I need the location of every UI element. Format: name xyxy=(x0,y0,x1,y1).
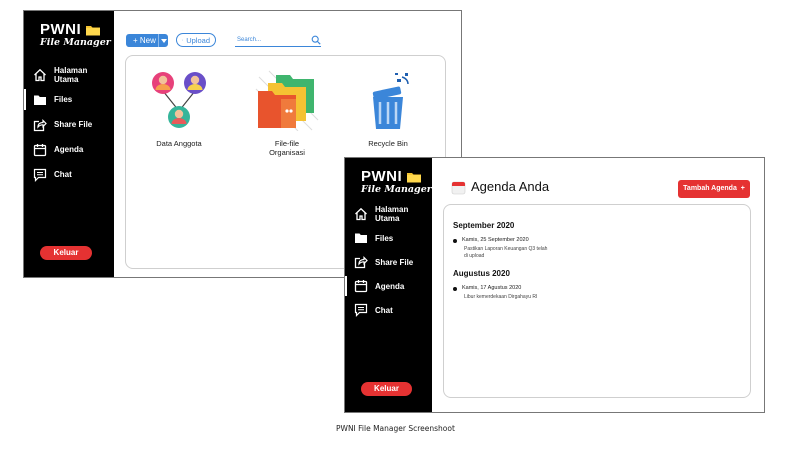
logo-subtitle: File Manager xyxy=(40,37,111,48)
sidebar-item-label: Agenda xyxy=(54,145,84,154)
folders-icon xyxy=(255,70,319,131)
tile-recycle-bin[interactable]: Recycle Bin xyxy=(351,69,425,154)
upload-button[interactable]: Upload xyxy=(176,33,216,47)
sidebar-item-share-file[interactable]: Share File xyxy=(24,112,114,137)
new-button-label: + New xyxy=(133,36,156,45)
share-icon xyxy=(354,256,368,269)
agenda-panel xyxy=(443,204,751,398)
sidebar-item-halaman-utama[interactable]: Halaman Utama xyxy=(345,202,432,226)
sidebar-item-halaman-utama[interactable]: Halaman Utama xyxy=(24,62,114,87)
bullet-icon xyxy=(453,287,457,291)
folder-logo-icon xyxy=(407,172,422,182)
folder-icon xyxy=(34,95,46,105)
members-icon xyxy=(152,72,206,128)
agenda-text: Pastikan Laporan Keuangan Q3 telah di up… xyxy=(464,246,548,259)
sidebar-item-share-file[interactable]: Share File xyxy=(345,250,432,274)
add-agenda-button[interactable]: Tambah Agenda + xyxy=(678,180,750,198)
sidebar-item-agenda[interactable]: Agenda xyxy=(345,274,432,298)
chat-icon xyxy=(354,303,368,317)
logo-subtitle: File Manager xyxy=(361,184,432,195)
tile-file-file-organisasi[interactable]: File-file Organisasi xyxy=(249,69,325,164)
sidebar-item-label: Agenda xyxy=(375,281,405,291)
agenda-date: Kamis, 17 Agustus 2020 xyxy=(462,285,522,291)
sidebar-item-files[interactable]: Files xyxy=(24,87,114,112)
sidebar-item-label: Halaman Utama xyxy=(54,65,88,84)
home-icon xyxy=(34,68,46,81)
app-logo: PWNI File Manager xyxy=(361,168,432,195)
sidebar-item-label: Halaman Utama xyxy=(375,205,409,223)
tile-label: Data Anggota xyxy=(156,139,202,148)
share-icon xyxy=(33,118,47,131)
bullet-icon xyxy=(453,239,457,243)
logo-title: PWNI xyxy=(361,168,403,185)
chat-icon xyxy=(33,168,47,182)
sidebar: PWNI File Manager Halaman Utama Files Sh… xyxy=(345,158,432,412)
app-logo: PWNI File Manager xyxy=(40,21,111,48)
sidebar-item-label: Files xyxy=(375,233,394,243)
tile-label: Recycle Bin xyxy=(368,139,408,148)
agenda-text: Libur kemerdekaan Dirgahayu RI xyxy=(464,294,538,300)
agenda-date: Kamis, 25 September 2020 xyxy=(462,237,529,243)
folder-logo-icon xyxy=(86,25,101,35)
sidebar-item-label: Files xyxy=(54,95,73,104)
month-heading: Augustus 2020 xyxy=(453,269,510,278)
calendar-icon xyxy=(33,143,47,156)
tile-data-anggota[interactable]: Data Anggota xyxy=(142,69,216,154)
sidebar-nav: Halaman Utama Files Share File Agenda Ch… xyxy=(24,62,114,187)
calendar-icon xyxy=(354,280,368,293)
search-input[interactable]: Search... xyxy=(235,35,321,47)
chevron-down-icon[interactable] xyxy=(158,34,168,47)
folder-icon xyxy=(355,233,367,243)
page-title: Agenda Anda xyxy=(471,179,550,194)
upload-button-label: Upload xyxy=(186,35,210,45)
sidebar-item-chat[interactable]: Chat xyxy=(345,298,432,322)
home-icon xyxy=(355,207,367,221)
new-button[interactable]: + New xyxy=(126,34,168,47)
search-placeholder: Search... xyxy=(237,37,262,43)
sidebar-nav: Halaman Utama Files Share File Agenda Ch… xyxy=(345,202,432,322)
calendar-icon xyxy=(451,181,466,195)
sidebar-item-label: Share File xyxy=(375,257,414,267)
recycle-bin-icon xyxy=(372,73,409,129)
sidebar-item-label: Chat xyxy=(54,170,72,179)
sidebar-item-files[interactable]: Files xyxy=(345,226,432,250)
logo-title: PWNI xyxy=(40,21,82,38)
agenda-window: PWNI File Manager Halaman Utama Files Sh… xyxy=(344,157,765,413)
sidebar-item-label: Share File xyxy=(54,120,93,129)
logout-button[interactable]: Keluar xyxy=(361,382,412,396)
sidebar: PWNI File Manager Halaman Utama Files Sh… xyxy=(24,11,114,277)
sidebar-item-chat[interactable]: Chat xyxy=(24,162,114,187)
logout-button[interactable]: Keluar xyxy=(40,246,92,260)
cloud-upload-icon xyxy=(182,39,184,41)
sidebar-item-label: Chat xyxy=(375,305,393,315)
month-heading: September 2020 xyxy=(453,221,515,230)
figure-caption: PWNI File Manager Screenshoot xyxy=(336,424,455,433)
sidebar-item-agenda[interactable]: Agenda xyxy=(24,137,114,162)
tile-label: File-file Organisasi xyxy=(269,139,305,157)
search-icon[interactable] xyxy=(311,35,321,45)
